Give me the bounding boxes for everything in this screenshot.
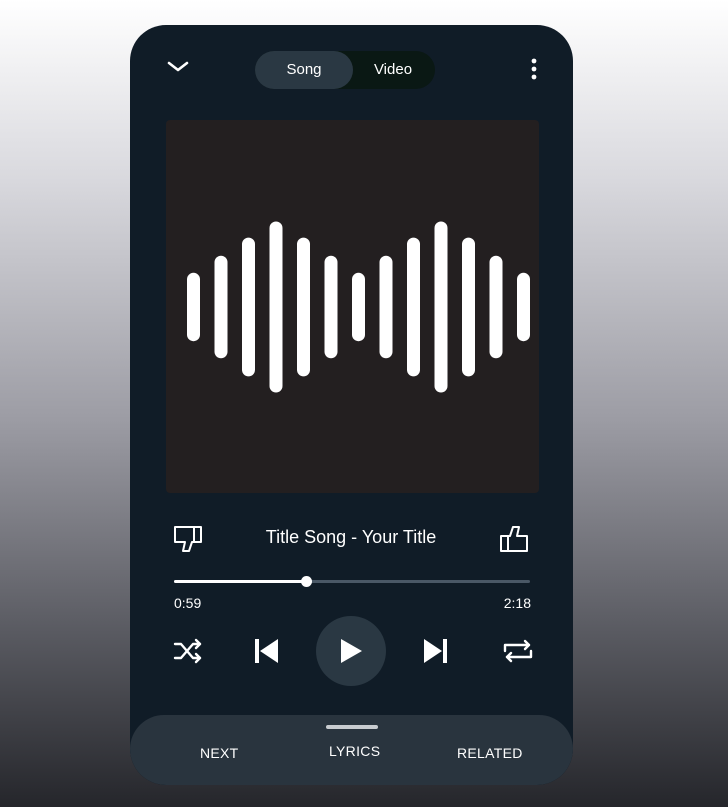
- wave-bar: [324, 255, 338, 359]
- more-vertical-icon[interactable]: [525, 57, 543, 81]
- progress-slider[interactable]: [174, 575, 530, 589]
- wave-bar: [269, 221, 283, 393]
- progress-fill: [174, 580, 306, 583]
- chevron-down-icon[interactable]: [164, 57, 192, 77]
- skip-previous-icon[interactable]: [250, 635, 282, 667]
- repeat-icon[interactable]: [500, 637, 536, 665]
- thumbs-down-icon[interactable]: [170, 523, 206, 555]
- wave-bar: [297, 237, 310, 377]
- tab-video[interactable]: Video: [351, 51, 435, 89]
- wave-bar: [489, 255, 503, 359]
- song-title: Title Song - Your Title: [265, 527, 437, 547]
- tab-related[interactable]: RELATED: [457, 745, 523, 761]
- player-screen: Song Video Title Song - Your Title 0:59 …: [130, 25, 573, 785]
- album-artwork: [166, 120, 539, 493]
- play-button[interactable]: [316, 616, 386, 686]
- wave-bar: [214, 255, 228, 359]
- tab-song[interactable]: Song: [255, 51, 353, 89]
- elapsed-time: 0:59: [174, 595, 202, 611]
- wave-bar: [462, 237, 475, 377]
- wave-bar: [352, 272, 365, 342]
- bottom-sheet[interactable]: NEXT LYRICS RELATED: [130, 715, 573, 785]
- drag-handle[interactable]: [326, 725, 378, 729]
- thumbs-up-icon[interactable]: [496, 523, 532, 555]
- song-video-toggle: Song Video: [255, 51, 435, 89]
- total-time: 2:18: [503, 595, 531, 611]
- play-icon: [341, 639, 362, 663]
- wave-bar: [379, 255, 393, 359]
- skip-next-icon[interactable]: [420, 635, 452, 667]
- wave-bar: [242, 237, 255, 377]
- wave-bar: [187, 272, 200, 342]
- progress-thumb[interactable]: [300, 576, 312, 587]
- wave-bar: [517, 272, 530, 342]
- shuffle-icon[interactable]: [172, 637, 204, 665]
- wave-bar: [407, 237, 420, 377]
- wave-bar: [434, 221, 448, 393]
- sound-wave-icon: [187, 221, 530, 393]
- top-bar: Song Video: [130, 25, 573, 115]
- now-playing-row: Title Song - Your Title: [130, 515, 573, 563]
- tab-lyrics[interactable]: LYRICS: [329, 743, 380, 759]
- tab-next[interactable]: NEXT: [200, 745, 239, 761]
- playback-controls: [130, 615, 573, 687]
